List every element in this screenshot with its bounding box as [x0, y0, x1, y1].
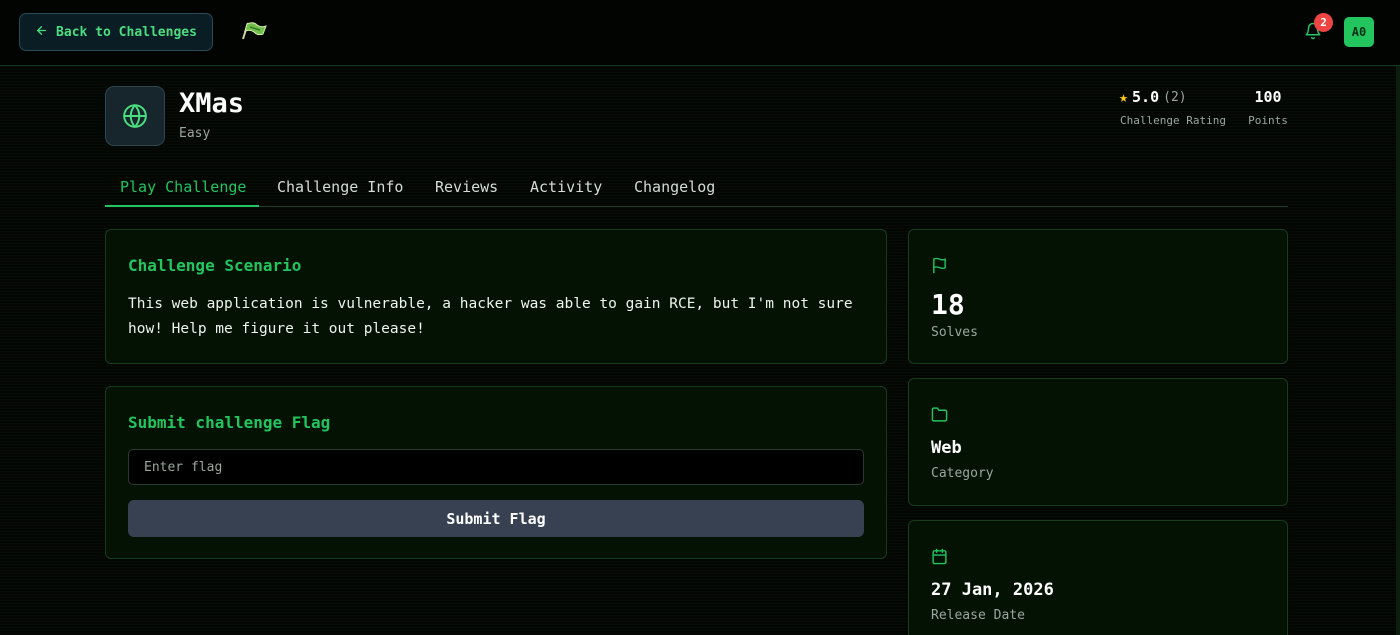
- back-button-label: Back to Challenges: [56, 24, 197, 40]
- tab-activity[interactable]: Activity: [530, 172, 602, 207]
- tab-challenge-info[interactable]: Challenge Info: [277, 172, 403, 207]
- tab-changelog[interactable]: Changelog: [634, 172, 715, 207]
- folder-icon: [931, 406, 951, 426]
- scenario-card: Challenge Scenario This web application …: [105, 229, 887, 364]
- calendar-icon: [931, 548, 951, 568]
- top-bar: Back to Challenges 2 A0: [0, 0, 1400, 66]
- back-to-challenges-button[interactable]: Back to Challenges: [19, 13, 213, 51]
- rating-value: 5.0: [1132, 88, 1160, 106]
- challenge-title: XMas: [179, 88, 245, 119]
- scrollbar-track[interactable]: [1396, 66, 1400, 635]
- category-value: Web: [931, 438, 962, 458]
- solves-value: 18: [931, 288, 965, 321]
- points-label: Points: [1248, 114, 1288, 127]
- solves-card: 18 Solves: [908, 229, 1288, 364]
- category-label: Category: [931, 466, 994, 481]
- category-card: Web Category: [908, 378, 1288, 506]
- release-date-card: 27 Jan, 2026 Release Date: [908, 520, 1288, 635]
- notification-count-badge: 2: [1314, 13, 1333, 32]
- star-icon: ★: [1119, 88, 1129, 106]
- flag-logo-icon[interactable]: [240, 19, 268, 43]
- challenge-points: 100 Points: [1246, 88, 1290, 127]
- release-date-value: 27 Jan, 2026: [931, 580, 1054, 600]
- submit-flag-card: Submit challenge Flag Submit Flag: [105, 386, 887, 559]
- user-avatar[interactable]: A0: [1344, 17, 1374, 47]
- flag-icon: [931, 257, 951, 277]
- tab-play-challenge[interactable]: Play Challenge: [105, 172, 259, 207]
- submit-flag-title: Submit challenge Flag: [128, 413, 331, 432]
- globe-icon: [123, 104, 147, 128]
- scenario-text: This web application is vulnerable, a ha…: [128, 296, 853, 337]
- scenario-title: Challenge Scenario: [128, 256, 302, 275]
- submit-flag-button[interactable]: Submit Flag: [128, 500, 864, 537]
- challenge-difficulty: Easy: [179, 126, 211, 141]
- release-date-label: Release Date: [931, 608, 1025, 623]
- challenge-tabs: Play Challenge Challenge Info Reviews Ac…: [105, 172, 1288, 207]
- tab-reviews[interactable]: Reviews: [435, 172, 498, 207]
- rating-count: (2): [1163, 89, 1187, 105]
- challenge-rating: ★ 5.0 (2) Challenge Rating: [1119, 88, 1227, 127]
- rating-label: Challenge Rating: [1120, 114, 1226, 127]
- challenge-category-icon: [105, 86, 165, 146]
- arrow-left-icon: [35, 24, 48, 41]
- points-value: 100: [1254, 88, 1282, 106]
- rating-line: ★ 5.0 (2): [1119, 88, 1227, 106]
- flag-input[interactable]: [128, 449, 864, 485]
- solves-label: Solves: [931, 325, 978, 340]
